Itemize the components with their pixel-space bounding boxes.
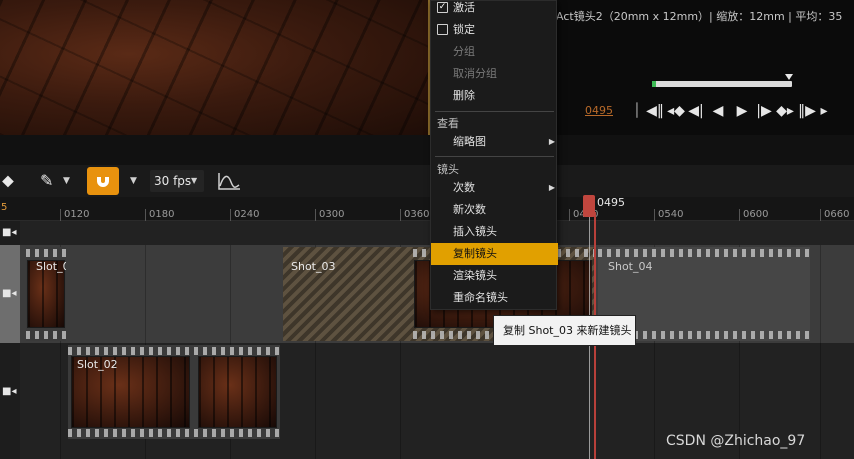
menu-item-insert-shot[interactable]: 插入镜头 [431, 221, 558, 243]
ruler-tick: 0120 [60, 209, 89, 221]
menu-item-duplicate-shot[interactable]: 复制镜头 [431, 243, 558, 265]
film-sprocket [598, 249, 810, 257]
current-frame-field[interactable]: 0495 [585, 104, 613, 117]
film-sprocket [26, 331, 66, 339]
transport-controls: ⏐ ◀‖ ◂◆ ◀| ◀ ▶ |▶ ◆▸ ‖▶ ▸ [630, 100, 830, 122]
play-reverse-icon[interactable]: ◀ [706, 100, 730, 122]
grid-line [820, 245, 821, 459]
ruler-tick: 0360 [400, 209, 429, 221]
watermark: CSDN @Zhichao_97 [666, 433, 806, 449]
scrub-start-marker [652, 81, 656, 87]
previous-key-icon[interactable]: ◀‖ [644, 100, 666, 122]
sequencer-toolbar [0, 165, 854, 197]
next-key-icon[interactable]: ◆▸ [774, 100, 796, 122]
shot-clip[interactable]: Slot_0 [26, 247, 66, 341]
playhead-frame-label: 0495 [597, 196, 625, 209]
fps-label: 30 fps [154, 174, 192, 188]
submenu-arrow-icon: ▶ [548, 137, 555, 146]
step-forward-icon[interactable]: |▶ [754, 100, 774, 122]
ruler-tick: 0240 [230, 209, 259, 221]
film-sprocket [68, 429, 280, 437]
film-sprocket [26, 249, 66, 257]
pen-icon[interactable]: ✎ [40, 171, 60, 191]
clip-thumbnail [198, 356, 277, 428]
camera-track-icon[interactable]: ■◂ [2, 387, 16, 397]
fps-dropdown[interactable]: 30 fps ▼ [150, 170, 204, 192]
ruler-tick: 0300 [315, 209, 344, 221]
camera-track-icon[interactable]: ■◂ [2, 228, 16, 238]
menu-item-delete[interactable]: 删除 [431, 85, 558, 107]
viewport-image [0, 0, 430, 135]
menu-section-view: 查看 [437, 117, 459, 130]
menu-item-lock[interactable]: 锁定 [431, 19, 558, 41]
checkbox-checked-icon[interactable]: ✓ [437, 2, 448, 13]
fps-chevron-icon: ▼ [191, 176, 198, 185]
clip-label: Shot_03 [291, 260, 336, 273]
preview-scrub-bar[interactable] [652, 81, 792, 87]
scrub-position-marker[interactable] [785, 74, 793, 80]
clip-label: Slot_0 [36, 260, 66, 273]
snap-options-chevron-icon[interactable]: ▼ [130, 176, 137, 186]
ruler-start-label: 5 [1, 202, 8, 213]
menu-separator [435, 111, 554, 112]
tooltip: 复制 Shot_03 来新建镜头 [493, 315, 636, 346]
loop-icon[interactable]: ▸ [818, 100, 830, 122]
menu-item-ungroup[interactable]: 取消分组 [431, 63, 558, 85]
play-icon[interactable]: ▶ [730, 100, 754, 122]
camera-track-icon[interactable]: ■◂ [2, 289, 16, 299]
jump-to-end-icon[interactable]: ‖▶ [796, 100, 818, 122]
menu-separator [435, 156, 554, 157]
menu-item-rename-shot[interactable]: 重命名镜头 [431, 287, 558, 309]
checkbox-unchecked-icon[interactable] [437, 24, 448, 35]
shot-clip[interactable]: Slot_02 [68, 345, 280, 439]
jump-to-start-icon[interactable]: ⏐ [630, 100, 644, 122]
submenu-arrow-icon: ▶ [548, 183, 555, 192]
menu-item-thumbnail[interactable]: 缩略图 ▶ [431, 131, 558, 153]
sequencer-window: Act镜头2（20mm x 12mm）| 缩放：12mm | 平均：35 049… [0, 0, 854, 459]
panel-divider [0, 135, 854, 165]
clip-label: Slot_02 [77, 358, 118, 371]
chevron-down-icon[interactable]: ▼ [63, 176, 70, 186]
clip-label: Shot_04 [608, 260, 653, 273]
key-icon[interactable]: ⬥ [2, 171, 22, 191]
magnet-icon[interactable] [87, 167, 119, 195]
ruler-tick: 0180 [145, 209, 174, 221]
playhead-handle[interactable] [583, 195, 595, 217]
menu-item-group[interactable]: 分组 [431, 41, 558, 63]
camera-info-text: Act镜头2（20mm x 12mm）| 缩放：12mm | 平均：35 [556, 10, 843, 23]
menu-item-render-shot[interactable]: 渲染镜头 [431, 265, 558, 287]
ruler-tick: 0540 [654, 209, 683, 221]
curve-icon[interactable] [216, 170, 242, 192]
play-reverse-frame-icon[interactable]: ◀| [686, 100, 706, 122]
ruler-tick: 0660 [820, 209, 849, 221]
menu-section-shot: 镜头 [437, 163, 459, 176]
film-sprocket [68, 347, 280, 355]
menu-item-new-take[interactable]: 新次数 [431, 199, 558, 221]
menu-item-takes[interactable]: 次数 ▶ [431, 177, 558, 199]
menu-item-activate[interactable]: ✓ 激活 [431, 0, 558, 19]
ruler-tick: 0600 [739, 209, 768, 221]
context-menu: ✓ 激活 锁定 分组 取消分组 删除 查看 缩略图 ▶ 镜头 次数 ▶ 新次数 [430, 0, 558, 310]
step-back-icon[interactable]: ◂◆ [666, 100, 686, 122]
